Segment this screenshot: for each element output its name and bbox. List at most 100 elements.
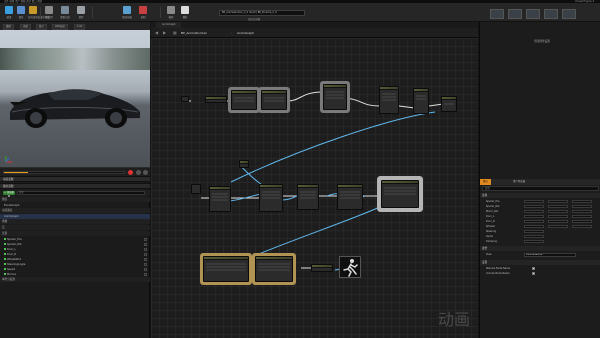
graph-node[interactable] — [255, 256, 293, 282]
toolbar-button-4[interactable]: 类默认值 — [60, 6, 70, 19]
toolbar-button-0[interactable]: 编译 — [4, 6, 14, 19]
graph-node[interactable] — [323, 84, 347, 110]
settings-icon[interactable] — [136, 170, 141, 175]
preview-timeline-bar — [0, 167, 150, 176]
breadcrumb-blueprint[interactable]: BP_AnimationCar — [181, 31, 207, 35]
tree-item-label: WheelsRot — [7, 258, 21, 261]
toolbar-button-8[interactable]: 模拟 — [166, 6, 176, 19]
output-pose-node[interactable] — [339, 256, 361, 278]
mode-mesh-icon[interactable] — [508, 9, 522, 19]
mode-animation-icon[interactable] — [526, 9, 540, 19]
debug-filter-dropdown[interactable]: BP_AnimationCar_C_0 (Anim) BP_Porsche_C_… — [219, 10, 305, 16]
graph-node[interactable] — [181, 96, 189, 102]
left-panel: 透视 光照 显示 LOD自动 1.0x 动画蓝图 我的蓝图 + 添加新 搜索 图… — [0, 22, 150, 338]
details-search-input[interactable]: 搜索 — [482, 186, 599, 191]
graph-node[interactable] — [381, 180, 419, 208]
graph-node[interactable] — [379, 86, 399, 114]
numeric-field[interactable] — [524, 230, 544, 233]
graph-node[interactable] — [261, 90, 287, 110]
back-arrow-icon[interactable]: ◀ — [155, 31, 158, 35]
graph-node[interactable] — [297, 184, 319, 210]
toolbar-button-9[interactable]: 播放 — [180, 6, 190, 19]
graph-node[interactable] — [337, 184, 363, 210]
numeric-field[interactable] — [524, 220, 544, 223]
numeric-field[interactable] — [524, 225, 544, 228]
forward-arrow-icon[interactable]: ▶ — [163, 31, 166, 35]
numeric-field[interactable] — [548, 225, 568, 228]
mode-physics-icon[interactable] — [562, 9, 576, 19]
details-category[interactable]: 设置 — [480, 260, 600, 265]
preview-viewport[interactable] — [0, 30, 150, 167]
numeric-field[interactable] — [572, 205, 592, 208]
toolbar-button-1[interactable]: 保存 — [16, 6, 26, 19]
pose-asset-picker[interactable]: PorscheVehicle — [524, 253, 576, 257]
preview-timeline[interactable] — [3, 171, 125, 174]
tree-section-header[interactable]: 事件分发器 — [0, 277, 150, 282]
graph-node[interactable] — [413, 88, 429, 114]
graph-node[interactable] — [259, 184, 283, 212]
tree-item-label: Spoiler_Rot — [7, 243, 22, 246]
toolbar-button-label: 类默认值 — [60, 16, 70, 19]
numeric-field[interactable] — [548, 205, 568, 208]
graph-node[interactable] — [191, 184, 201, 194]
numeric-field[interactable] — [572, 215, 592, 218]
tree-section-header[interactable]: 动画图表 — [0, 208, 150, 213]
numeric-field[interactable] — [572, 220, 592, 223]
graph-node[interactable] — [441, 96, 457, 112]
visibility-eye-icon[interactable] — [144, 248, 147, 251]
details-category[interactable]: 姿势 — [480, 246, 600, 251]
toolbar-button-5[interactable]: 搜索 — [76, 6, 86, 19]
breadcrumb-graph[interactable]: AnimGraph — [237, 31, 254, 35]
graph-node[interactable] — [203, 256, 249, 282]
visibility-eye-icon[interactable] — [144, 268, 147, 271]
mode-skeleton-icon[interactable] — [490, 9, 504, 19]
details-category[interactable]: 变换 — [480, 193, 600, 198]
graph-node[interactable] — [231, 90, 257, 110]
numeric-field[interactable] — [524, 240, 544, 243]
graph-canvas[interactable]: 动画 — [151, 38, 478, 338]
tree-section-header[interactable]: 宏 — [0, 225, 150, 230]
numeric-field[interactable] — [548, 200, 568, 203]
record-icon[interactable] — [128, 170, 133, 175]
options-icon[interactable] — [143, 170, 148, 175]
numeric-field[interactable] — [548, 210, 568, 213]
visibility-eye-icon[interactable] — [144, 273, 147, 276]
setting-checkbox[interactable] — [532, 272, 535, 275]
numeric-field[interactable] — [572, 210, 592, 213]
numeric-field[interactable] — [524, 200, 544, 203]
car-model-image — [10, 89, 140, 128]
toolbar-button-7[interactable]: 录制 — [138, 6, 148, 19]
toolbar-button-6[interactable]: 预览动画 — [122, 6, 132, 19]
tab-details[interactable]: 细节 — [480, 179, 491, 185]
numeric-field[interactable] — [524, 210, 544, 213]
visibility-eye-icon[interactable] — [144, 238, 147, 241]
my-blueprint-search-input[interactable]: 搜索 — [17, 191, 145, 195]
numeric-field[interactable] — [572, 225, 592, 228]
visibility-eye-icon[interactable] — [144, 263, 147, 266]
tree-item-label: 宏 — [2, 226, 5, 229]
visibility-eye-icon[interactable] — [144, 243, 147, 246]
toolbar-button-label: 预览动画 — [122, 16, 132, 19]
setting-checkbox[interactable] — [532, 267, 535, 270]
graph-node[interactable] — [239, 160, 249, 168]
tree-section-header[interactable]: 图表 — [0, 197, 150, 202]
mode-blueprint-icon[interactable] — [544, 9, 558, 19]
add-new-button[interactable]: + 添加新项 — [3, 191, 15, 198]
tree-section-header[interactable]: 变量 — [0, 231, 150, 236]
numeric-field[interactable] — [524, 235, 544, 238]
numeric-field[interactable] — [524, 215, 544, 218]
toolbar-button-3[interactable]: 类设置 — [44, 6, 54, 19]
toolbar-button-2[interactable]: 在内容浏览器中查找 — [28, 6, 50, 19]
tree-item-label: AnimGraph — [4, 215, 19, 218]
tree-section-header[interactable]: 函数 — [0, 219, 150, 224]
visibility-eye-icon[interactable] — [144, 258, 147, 261]
numeric-field[interactable] — [524, 205, 544, 208]
graph-node[interactable] — [205, 96, 227, 103]
graph-node[interactable] — [209, 186, 231, 212]
visibility-eye-icon[interactable] — [144, 253, 147, 256]
numeric-field[interactable] — [548, 220, 568, 223]
graph-node[interactable] — [311, 264, 333, 272]
numeric-field[interactable] — [572, 200, 592, 203]
numeric-field[interactable] — [548, 215, 568, 218]
tab-asset-browser[interactable]: 资产浏览器 — [510, 179, 528, 185]
